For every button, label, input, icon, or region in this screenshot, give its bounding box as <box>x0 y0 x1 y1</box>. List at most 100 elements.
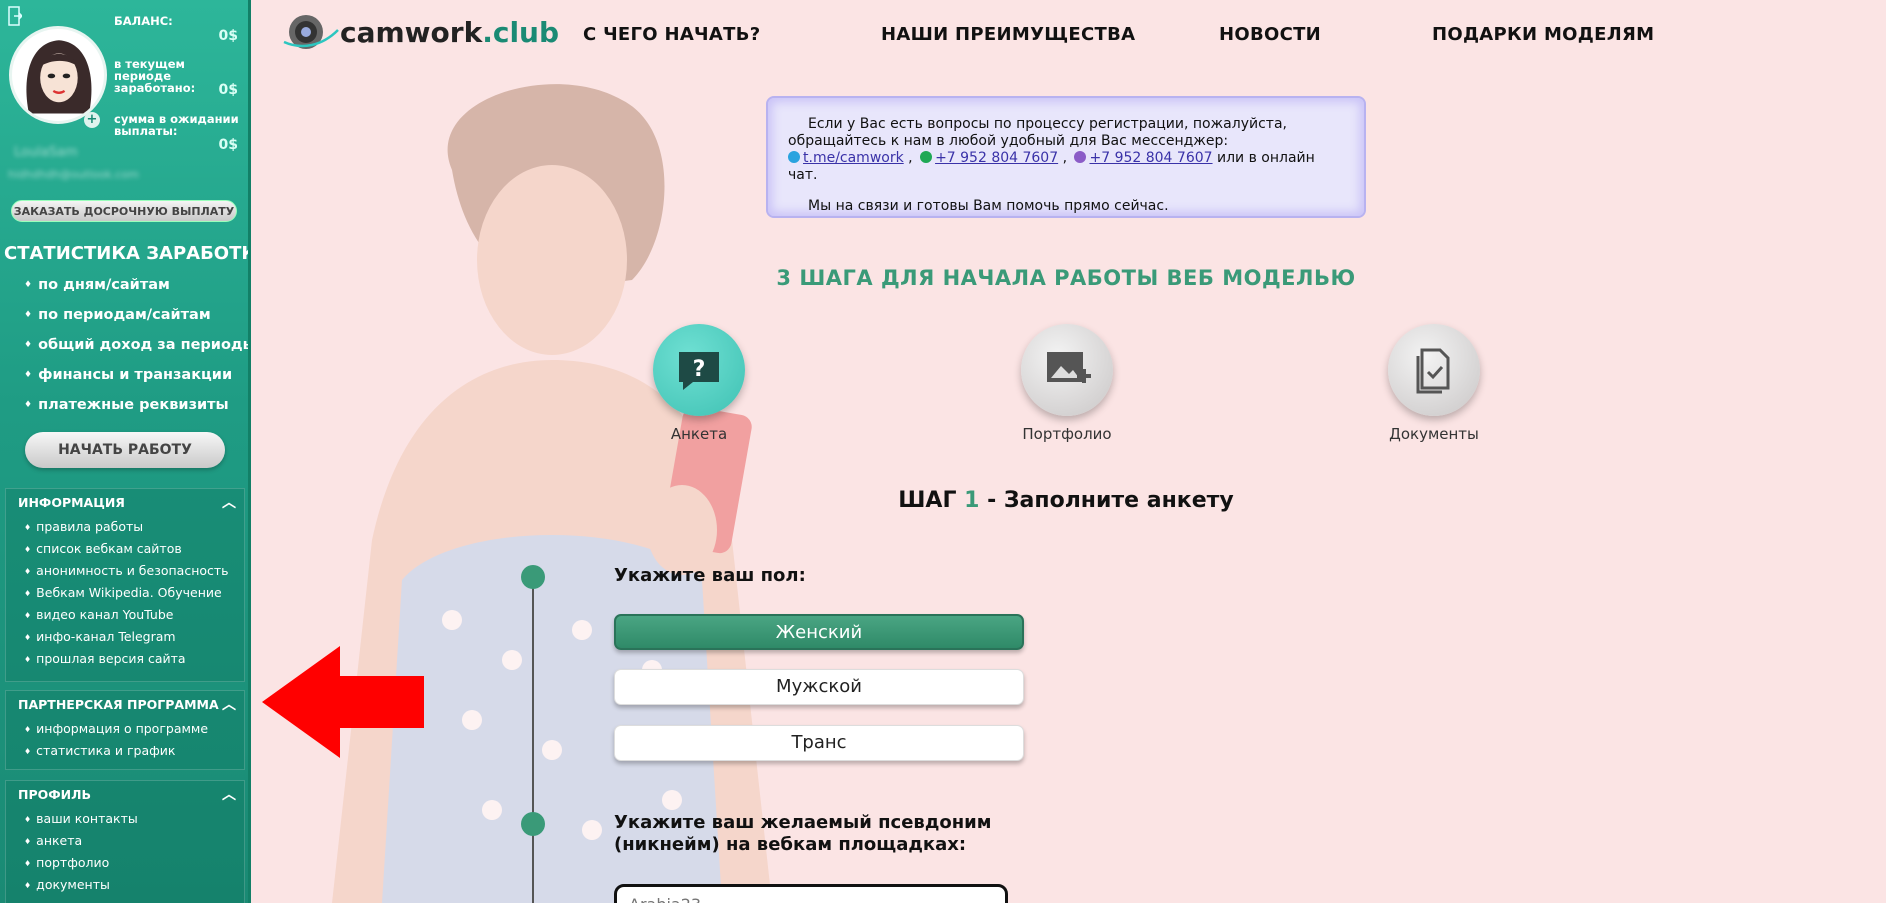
profile-item-label: документы <box>36 877 110 892</box>
start-work-button[interactable]: НАЧАТЬ РАБОТУ <box>25 432 225 468</box>
stats-item-total-income[interactable]: ♦ общий доход за периоды <box>24 334 251 364</box>
diamond-bullet-icon: ♦ <box>24 545 32 554</box>
gender-option-female[interactable]: Женский <box>614 614 1024 650</box>
nav-advantages[interactable]: НАШИ ПРЕИМУЩЕСТВА <box>881 24 1135 45</box>
support-intro: Если у Вас есть вопросы по процессу реги… <box>788 116 1287 149</box>
partner-item-label: информация о программе <box>36 721 209 736</box>
chevron-up-icon[interactable]: ︿ <box>222 781 236 809</box>
pending-value: 0$ <box>218 137 238 153</box>
info-item-wikipedia[interactable]: ♦ Вебкам Wikipedia. Обучение <box>24 583 244 605</box>
stats-item-label: платежные реквизиты <box>38 397 229 413</box>
profile-item-documents[interactable]: ♦ документы <box>24 875 244 897</box>
nav-gifts[interactable]: ПОДАРКИ МОДЕЛЯМ <box>1432 24 1654 45</box>
viber-link[interactable]: +7 952 804 7607 <box>1089 150 1212 166</box>
info-item-anonymity[interactable]: ♦ анонимность и безопасность <box>24 561 244 583</box>
logo-wordmark: camwork.club <box>340 16 559 49</box>
step-documents-label: Документы <box>1389 425 1479 443</box>
separator: , <box>1058 150 1072 166</box>
info-item-label: анонимность и безопасность <box>36 563 229 578</box>
gender-option-trans[interactable]: Транс <box>614 725 1024 761</box>
diamond-bullet-icon: ♦ <box>24 567 32 576</box>
balance-label: БАЛАНС: <box>114 14 173 28</box>
diamond-bullet-icon: ♦ <box>24 747 32 756</box>
info-item-label: видео канал YouTube <box>36 607 174 622</box>
separator: , <box>903 150 918 166</box>
info-item-sites-list[interactable]: ♦ список вебкам сайтов <box>24 539 244 561</box>
partner-panel-header[interactable]: ПАРТНЕРСКАЯ ПРОГРАММА ︿ <box>6 691 244 719</box>
avatar[interactable] <box>9 26 107 124</box>
step-prefix: ШАГ <box>898 488 965 513</box>
support-text-line1: Если у Вас есть вопросы по процессу реги… <box>788 116 1344 150</box>
logout-icon[interactable] <box>8 6 22 26</box>
info-item-telegram[interactable]: ♦ инфо-канал Telegram <box>24 627 244 649</box>
chevron-up-icon[interactable]: ︿ <box>222 691 236 719</box>
logo-cam-text: camwork <box>340 16 483 49</box>
whatsapp-link[interactable]: +7 952 804 7607 <box>935 150 1058 166</box>
stats-item-label: общий доход за периоды <box>38 337 251 353</box>
add-avatar-icon[interactable]: + <box>84 112 100 128</box>
earnings-stats-title: СТАТИСТИКА ЗАРАБОТКА <box>4 243 251 264</box>
info-item-label: инфо-канал Telegram <box>36 629 176 644</box>
info-panel-list: ♦ правила работы ♦ список вебкам сайтов ♦ а… <box>6 517 244 671</box>
partner-item-info[interactable]: ♦ информация о программе <box>24 719 244 741</box>
profile-panel-header[interactable]: ПРОФИЛЬ ︿ <box>6 781 244 809</box>
support-ready-text: Мы на связи и готовы Вам помочь прямо се… <box>808 198 1169 214</box>
steps-title: 3 ШАГА ДЛЯ НАЧАЛА РАБОТЫ ВЕБ МОДЕЛЬЮ <box>776 266 1356 290</box>
earnings-stats-menu: ♦ по дням/сайтам ♦ по периодам/сайтам ♦ общ… <box>24 274 251 424</box>
diamond-bullet-icon: ♦ <box>24 589 32 598</box>
nav-news[interactable]: НОВОСТИ <box>1219 24 1321 45</box>
gender-option-male[interactable]: Мужской <box>614 669 1024 705</box>
nav-how-to-start[interactable]: С ЧЕГО НАЧАТЬ? <box>583 24 760 45</box>
whatsapp-icon <box>920 151 933 163</box>
stats-item-payment-details[interactable]: ♦ платежные реквизиты <box>24 394 248 424</box>
document-check-icon <box>1416 348 1450 394</box>
diamond-bullet-icon: ♦ <box>24 837 32 846</box>
info-item-label: прошлая версия сайта <box>36 651 186 666</box>
profile-item-contacts[interactable]: ♦ ваши контакты <box>24 809 244 831</box>
stats-item-by-periods[interactable]: ♦ по периодам/сайтам <box>24 304 248 334</box>
step-portfolio-label: Портфолио <box>1022 425 1112 443</box>
info-item-label: Вебкам Wikipedia. Обучение <box>36 585 222 600</box>
step-form-label: Анкета <box>670 425 728 443</box>
step-portfolio-button[interactable] <box>1021 324 1113 416</box>
camwork-logo[interactable]: camwork.club <box>282 10 559 54</box>
telegram-link[interactable]: t.me/camwork <box>803 150 904 166</box>
step-form-button[interactable]: ? <box>653 324 745 416</box>
account-summary: + БАЛАНС: 0$ в текущем периоде заработан… <box>0 0 248 240</box>
logo-club-text: .club <box>482 16 560 49</box>
profile-item-label: портфолио <box>36 855 110 870</box>
nickname-question: Укажите ваш желаемый псевдоним (никнейм)… <box>614 812 992 855</box>
stats-item-label: по дням/сайтам <box>38 277 170 293</box>
chevron-up-icon[interactable]: ︿ <box>222 489 236 517</box>
info-item-old-site[interactable]: ♦ прошлая версия сайта <box>24 649 244 671</box>
partner-item-stats[interactable]: ♦ статистика и график <box>24 741 244 763</box>
diamond-bullet-icon: ♦ <box>24 523 32 532</box>
info-item-youtube[interactable]: ♦ видео канал YouTube <box>24 605 244 627</box>
diamond-bullet-icon: ♦ <box>24 633 32 642</box>
info-panel-header[interactable]: ИНФОРМАЦИЯ ︿ <box>6 489 244 517</box>
add-photo-icon <box>1047 352 1091 383</box>
early-payout-button[interactable]: ЗАКАЗАТЬ ДОСРОЧНУЮ ВЫПЛАТУ <box>11 200 237 222</box>
profile-panel-title: ПРОФИЛЬ <box>18 787 92 802</box>
user-email: hidhdhdh@outlook.com <box>8 168 139 181</box>
support-info-box: Если у Вас есть вопросы по процессу реги… <box>766 96 1366 218</box>
step-suffix: - Заполните анкету <box>979 488 1234 513</box>
step-heading: ШАГ 1 - Заполните анкету <box>760 488 1372 513</box>
step-number: 1 <box>964 488 980 513</box>
profile-item-portfolio[interactable]: ♦ портфолио <box>24 853 244 875</box>
partner-panel: ПАРТНЕРСКАЯ ПРОГРАММА ︿ ♦ информация о пр… <box>5 690 245 770</box>
stats-item-by-days[interactable]: ♦ по дням/сайтам <box>24 274 248 304</box>
balance-value: 0$ <box>218 28 238 44</box>
viber-icon <box>1074 151 1087 163</box>
support-text-line2: Мы на связи и готовы Вам помочь прямо се… <box>788 198 1344 215</box>
partner-panel-title: ПАРТНЕРСКАЯ ПРОГРАММА <box>18 697 219 712</box>
diamond-bullet-icon: ♦ <box>24 370 33 380</box>
avatar-illustration-icon <box>26 40 92 114</box>
nickname-input[interactable] <box>614 884 1008 903</box>
stats-item-finances[interactable]: ♦ финансы и транзакции <box>24 364 248 394</box>
info-panel: ИНФОРМАЦИЯ ︿ ♦ правила работы ♦ список веб… <box>5 488 245 682</box>
diamond-bullet-icon: ♦ <box>24 815 32 824</box>
info-item-rules[interactable]: ♦ правила работы <box>24 517 244 539</box>
step-documents-button[interactable] <box>1388 324 1480 416</box>
profile-item-form[interactable]: ♦ анкета <box>24 831 244 853</box>
